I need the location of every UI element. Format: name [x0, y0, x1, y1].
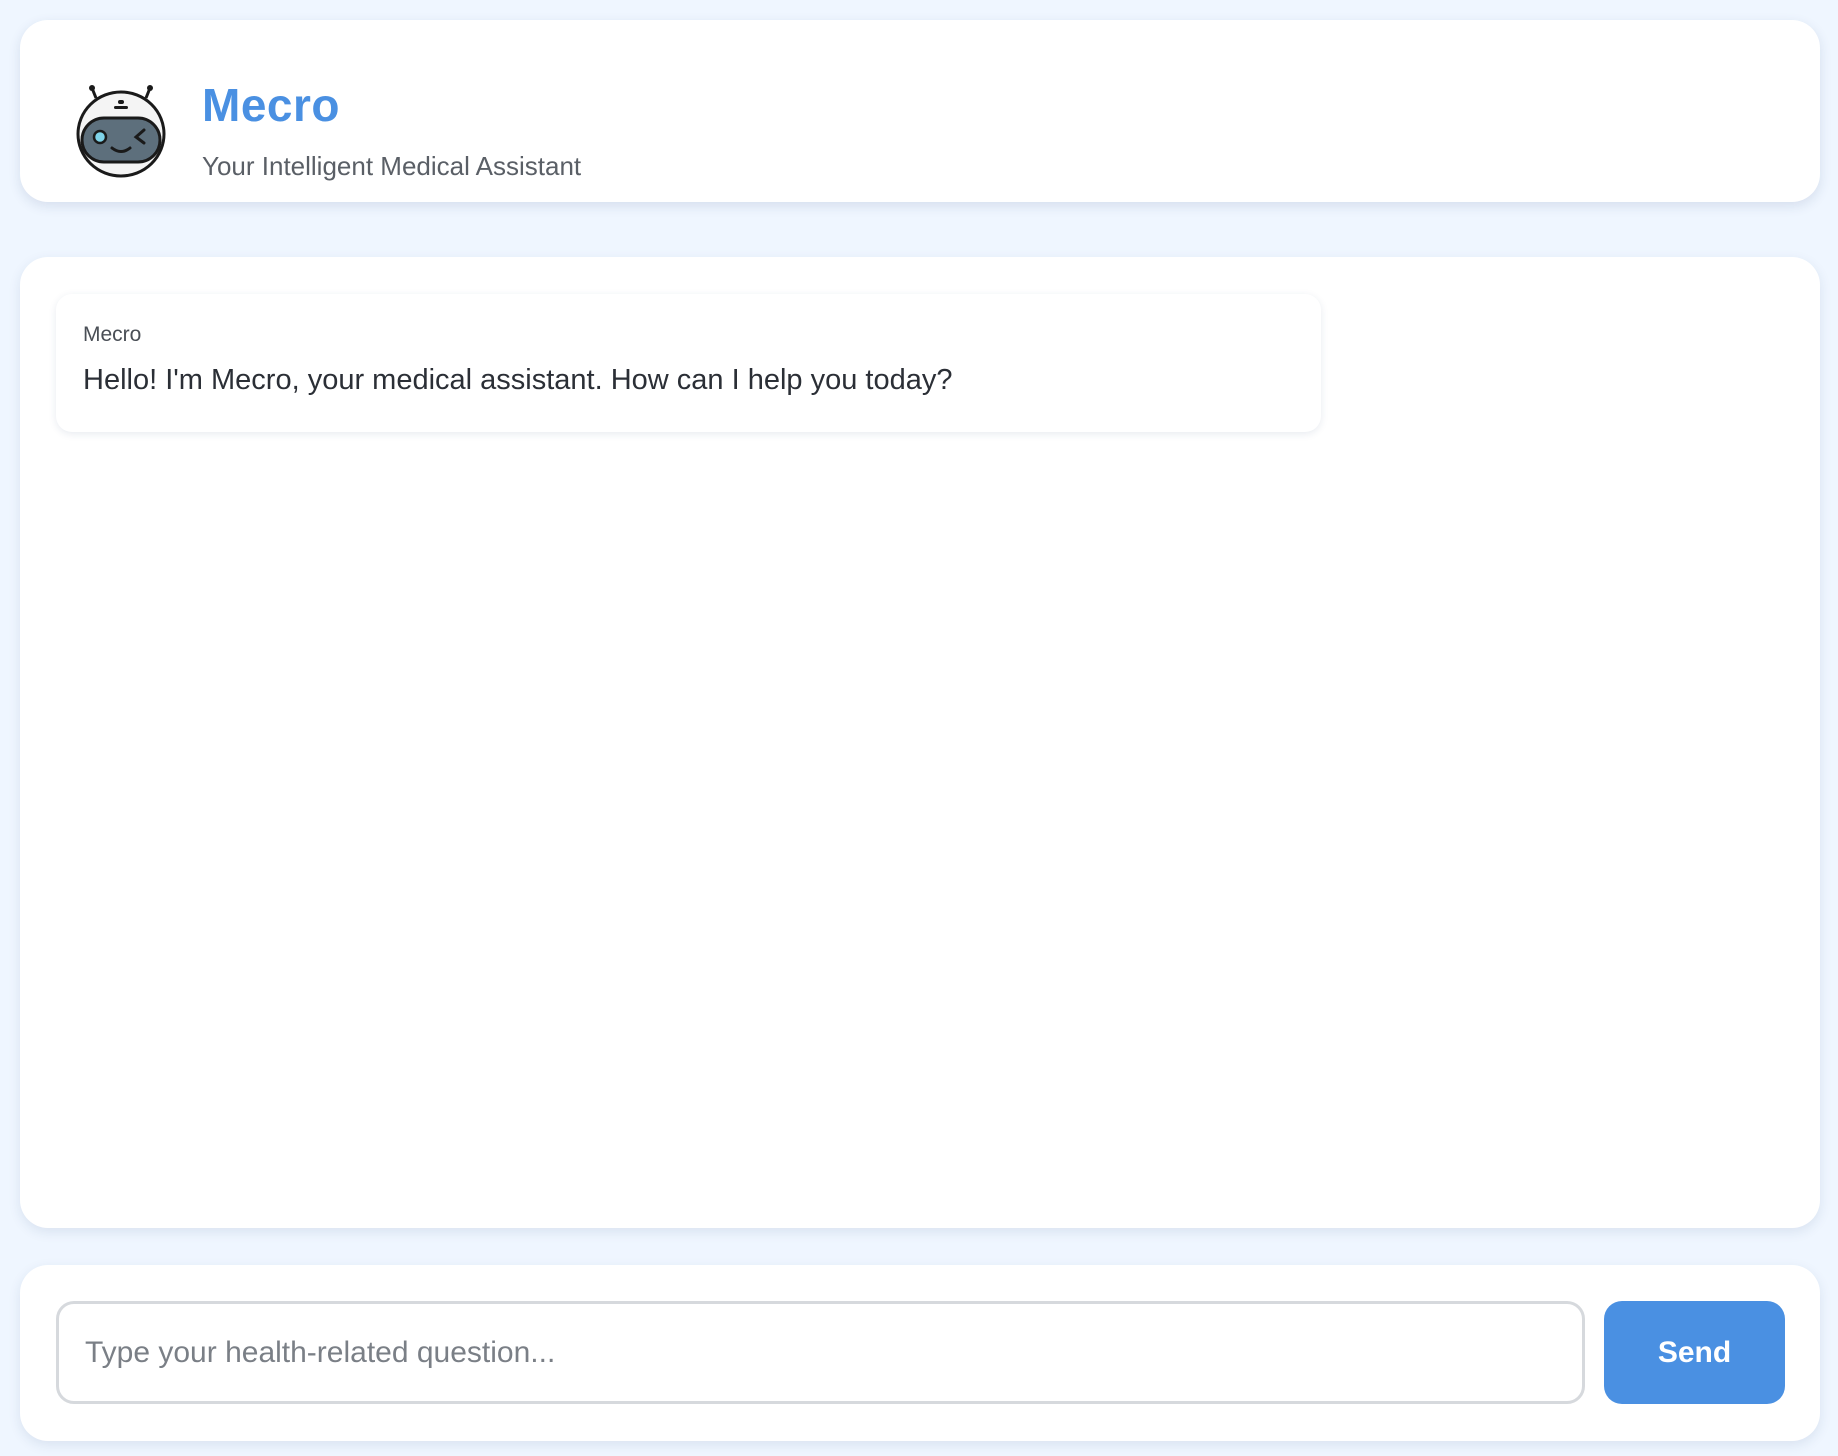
- app-header: Mecro Your Intelligent Medical Assistant: [20, 20, 1820, 202]
- chat-window[interactable]: Mecro Hello! I'm Mecro, your medical ass…: [20, 257, 1820, 1228]
- robot-avatar-icon: [74, 84, 168, 180]
- assistant-message: Mecro Hello! I'm Mecro, your medical ass…: [56, 294, 1321, 432]
- app-subtitle: Your Intelligent Medical Assistant: [202, 151, 582, 181]
- app-title: Mecro: [202, 79, 340, 131]
- send-button[interactable]: Send: [1604, 1301, 1785, 1404]
- message-text: Hello! I'm Mecro, your medical assistant…: [83, 364, 953, 396]
- message-composer: Send: [20, 1265, 1820, 1441]
- message-sender: Mecro: [83, 323, 142, 346]
- message-input[interactable]: [56, 1301, 1585, 1404]
